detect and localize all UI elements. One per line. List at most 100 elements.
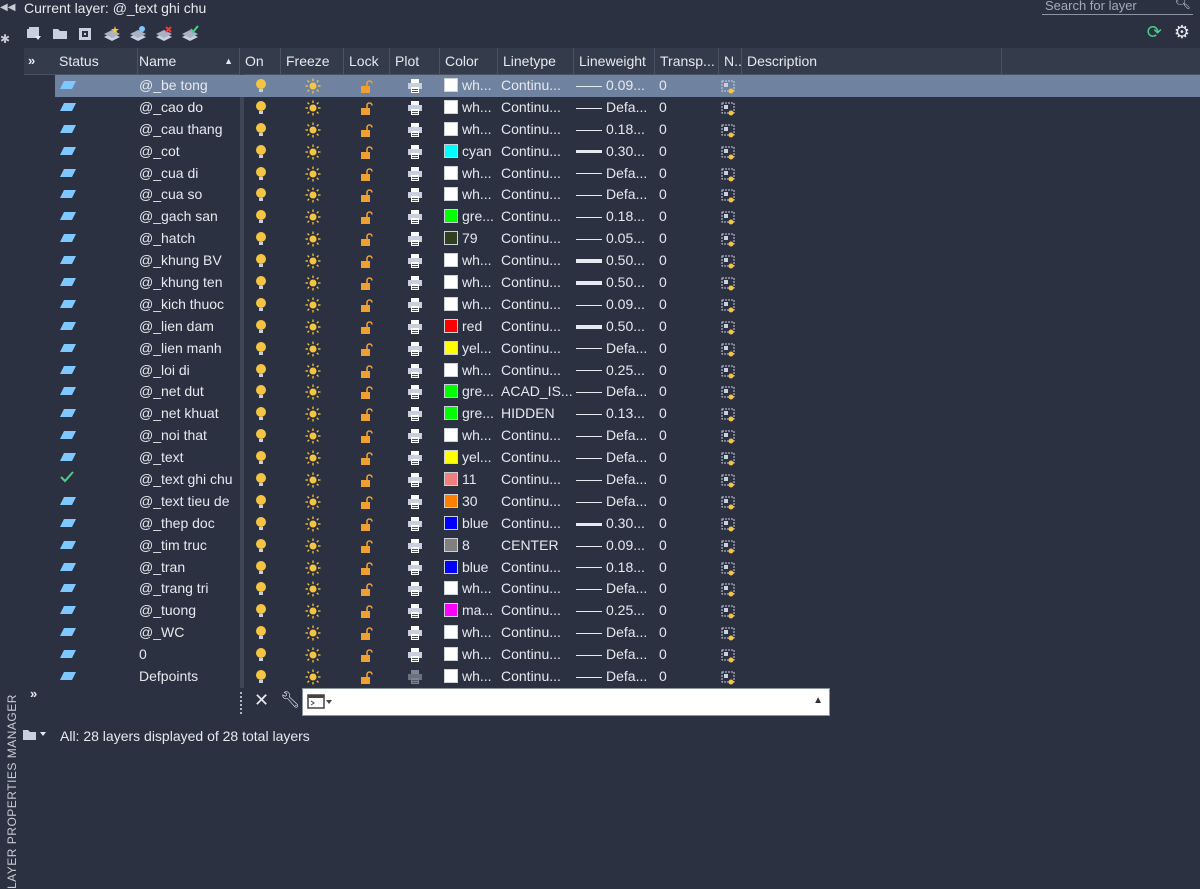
layer-status-icon[interactable] xyxy=(55,338,139,360)
layer-name[interactable]: @_thep doc xyxy=(139,513,249,535)
layer-status-icon[interactable] xyxy=(55,622,139,644)
col-lock[interactable]: Lock xyxy=(344,48,390,74)
layer-color-cell[interactable]: blue xyxy=(444,513,504,535)
layer-status-icon[interactable] xyxy=(55,381,139,403)
layer-color-cell[interactable]: wh... xyxy=(444,644,504,666)
layer-row[interactable]: Defpoints wh... Continu... Defa... 0 xyxy=(55,666,1200,688)
layer-color-cell[interactable]: wh... xyxy=(444,75,504,97)
layer-row[interactable]: @_WC wh... Continu... Defa... 0 xyxy=(55,622,1200,644)
layer-status-icon[interactable] xyxy=(55,600,139,622)
expand-filter-tree-icon[interactable]: » xyxy=(28,48,35,74)
layer-color-cell[interactable]: wh... xyxy=(444,97,504,119)
layer-name[interactable]: @_tran xyxy=(139,557,249,579)
layer-linetype[interactable]: Continu... xyxy=(501,666,576,688)
layer-row[interactable]: @_khung BV wh... Continu... 0.50... 0 xyxy=(55,250,1200,272)
layer-name[interactable]: @_text ghi chu xyxy=(139,469,249,491)
layer-status-icon[interactable] xyxy=(55,425,139,447)
layer-transparency[interactable]: 0 xyxy=(659,272,689,294)
layer-row[interactable]: @_noi that wh... Continu... Defa... 0 xyxy=(55,425,1200,447)
layer-name[interactable]: @_kich thuoc xyxy=(139,294,249,316)
layer-linetype[interactable]: Continu... xyxy=(501,469,576,491)
command-input-box[interactable]: ▲ xyxy=(302,688,830,716)
layer-name[interactable]: @_cua so xyxy=(139,184,249,206)
layer-color-cell[interactable]: wh... xyxy=(444,666,504,688)
layer-row[interactable]: @_net dut gre... ACAD_IS... Defa... 0 xyxy=(55,381,1200,403)
layer-color-cell[interactable]: wh... xyxy=(444,250,504,272)
layer-linetype[interactable]: Continu... xyxy=(501,557,576,579)
layer-color-cell[interactable]: red xyxy=(444,316,504,338)
layer-name[interactable]: @_gach san xyxy=(139,206,249,228)
col-plot[interactable]: Plot xyxy=(390,48,440,74)
layer-color-cell[interactable]: wh... xyxy=(444,425,504,447)
layer-status-icon[interactable] xyxy=(55,403,139,425)
layer-row[interactable]: @_be tong wh... Continu... 0.09... 0 xyxy=(55,75,1200,97)
layer-name[interactable]: @_cau thang xyxy=(139,119,249,141)
col-freeze[interactable]: Freeze xyxy=(281,48,344,74)
layer-status-icon[interactable] xyxy=(55,513,139,535)
layer-linetype[interactable]: ACAD_IS... xyxy=(501,381,576,403)
layer-name[interactable]: @_hatch xyxy=(139,228,249,250)
layer-name[interactable]: @_tim truc xyxy=(139,535,249,557)
layer-transparency[interactable]: 0 xyxy=(659,206,689,228)
layer-name[interactable]: @_lien dam xyxy=(139,316,249,338)
layer-color-cell[interactable]: gre... xyxy=(444,206,504,228)
layer-name[interactable]: @_cua di xyxy=(139,163,249,185)
layer-color-cell[interactable]: wh... xyxy=(444,622,504,644)
col-color[interactable]: Color xyxy=(440,48,498,74)
col-new-vp-freeze[interactable]: N.. xyxy=(719,48,742,74)
layer-name[interactable]: @_be tong xyxy=(139,75,249,97)
layer-row[interactable]: @_tran blue Continu... 0.18... 0 xyxy=(55,557,1200,579)
layer-color-cell[interactable]: blue xyxy=(444,557,504,579)
layer-linetype[interactable]: Continu... xyxy=(501,75,576,97)
layer-name[interactable]: @_text xyxy=(139,447,249,469)
layer-lineweight-cell[interactable]: Defa... xyxy=(576,97,656,119)
layer-status-icon[interactable] xyxy=(55,141,139,163)
layer-states-manager-button[interactable] xyxy=(76,24,96,44)
collapse-arrows-icon[interactable]: ◀◀ xyxy=(0,2,15,13)
layer-lineweight-cell[interactable]: 0.05... xyxy=(576,228,656,250)
palette-settings-icon[interactable]: ✱ xyxy=(0,32,10,46)
layer-transparency[interactable]: 0 xyxy=(659,535,689,557)
col-name[interactable]: Name ▲ xyxy=(134,48,240,74)
layer-status-icon[interactable] xyxy=(55,360,139,382)
layer-lineweight-cell[interactable]: Defa... xyxy=(576,338,656,360)
layer-name[interactable]: 0 xyxy=(139,644,249,666)
layer-lineweight-cell[interactable]: 0.18... xyxy=(576,119,656,141)
layer-lineweight-cell[interactable]: 0.13... xyxy=(576,403,656,425)
new-layer-button[interactable] xyxy=(102,24,122,44)
layer-row[interactable]: @_cua di wh... Continu... Defa... 0 xyxy=(55,163,1200,185)
customize-wrench-icon[interactable]: 🔧︎ xyxy=(280,690,300,710)
current-layer-check-icon[interactable] xyxy=(55,469,139,491)
layer-status-icon[interactable] xyxy=(55,644,139,666)
layer-row[interactable]: @_lien dam red Continu... 0.50... 0 xyxy=(55,316,1200,338)
layer-lineweight-cell[interactable]: 0.25... xyxy=(576,360,656,382)
layer-color-cell[interactable]: yel... xyxy=(444,447,504,469)
layer-transparency[interactable]: 0 xyxy=(659,403,689,425)
layer-name[interactable]: @_net dut xyxy=(139,381,249,403)
layer-color-cell[interactable]: ma... xyxy=(444,600,504,622)
layer-lineweight-cell[interactable]: Defa... xyxy=(576,666,656,688)
layer-color-cell[interactable]: wh... xyxy=(444,360,504,382)
command-prompt-icon[interactable] xyxy=(307,694,333,710)
layer-linetype[interactable]: Continu... xyxy=(501,184,576,206)
layer-lineweight-cell[interactable]: 0.50... xyxy=(576,250,656,272)
layer-status-icon[interactable] xyxy=(55,228,139,250)
layer-status-icon[interactable] xyxy=(55,294,139,316)
layer-name[interactable]: @_khung ten xyxy=(139,272,249,294)
layer-lineweight-cell[interactable]: 0.09... xyxy=(576,75,656,97)
layer-transparency[interactable]: 0 xyxy=(659,600,689,622)
layer-transparency[interactable]: 0 xyxy=(659,447,689,469)
refresh-icon[interactable]: ⟳ xyxy=(1147,22,1162,43)
layer-row[interactable]: @_kich thuoc wh... Continu... 0.09... 0 xyxy=(55,294,1200,316)
layer-lineweight-cell[interactable]: 0.09... xyxy=(576,294,656,316)
layer-lineweight-cell[interactable]: Defa... xyxy=(576,469,656,491)
layer-transparency[interactable]: 0 xyxy=(659,513,689,535)
set-current-button[interactable] xyxy=(180,24,200,44)
layer-name[interactable]: @_cot xyxy=(139,141,249,163)
layer-transparency[interactable]: 0 xyxy=(659,360,689,382)
layer-linetype[interactable]: Continu... xyxy=(501,360,576,382)
layer-transparency[interactable]: 0 xyxy=(659,491,689,513)
layer-name[interactable]: @_trang tri xyxy=(139,578,249,600)
layer-linetype[interactable]: Continu... xyxy=(501,447,576,469)
layer-status-icon[interactable] xyxy=(55,272,139,294)
